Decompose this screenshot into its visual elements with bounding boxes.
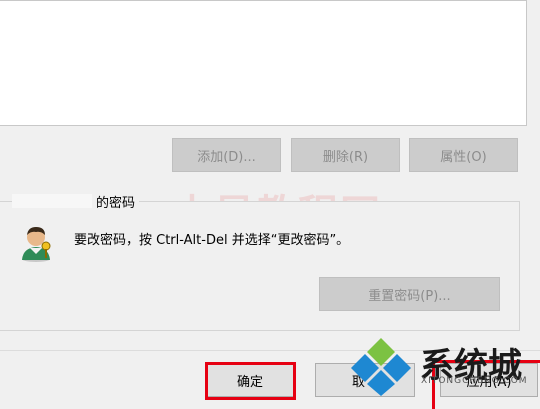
password-group-title: 的密码	[12, 192, 140, 211]
reset-password-button[interactable]: 重置密码(P)...	[319, 277, 500, 311]
brand-url: XITONGCHENG.COM	[421, 376, 528, 386]
blurred-username	[12, 194, 92, 208]
properties-button[interactable]: 属性(O)	[409, 138, 518, 172]
remove-button[interactable]: 删除(R)	[291, 138, 400, 172]
password-instruction-text: 要改密码，按 Ctrl-Alt-Del 并选择“更改密码”。	[74, 233, 350, 248]
ok-highlight-box	[205, 362, 296, 400]
brand-logo-icon	[350, 336, 412, 396]
user-key-icon	[18, 224, 54, 262]
password-group	[0, 201, 520, 331]
add-button[interactable]: 添加(D)...	[172, 138, 281, 172]
list-box[interactable]	[0, 0, 527, 126]
password-group-title-text: 的密码	[96, 195, 136, 211]
